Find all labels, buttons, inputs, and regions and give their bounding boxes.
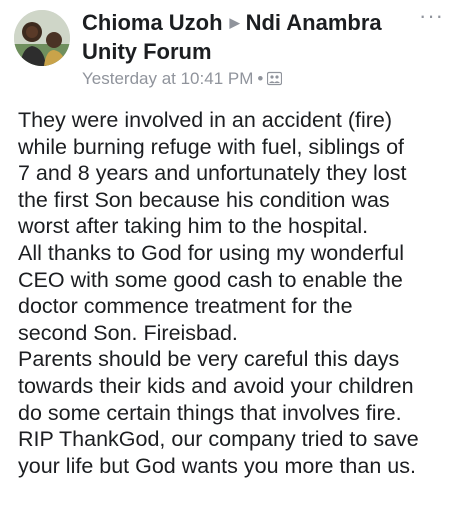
post-text-line: Parents should be very careful this days bbox=[18, 347, 400, 372]
author-name[interactable]: Chioma Uzoh bbox=[82, 10, 223, 35]
post-text-line: doctor commence treatment for the bbox=[18, 294, 353, 319]
post-text-line: do some certain things that involves fir… bbox=[18, 400, 402, 425]
post-text-line: RIP ThankGod, our company tried to save bbox=[18, 427, 419, 452]
arrow-right-icon: ▶ bbox=[229, 15, 240, 30]
post-text-line: All thanks to God for using my wonderful bbox=[18, 240, 404, 265]
author-avatar[interactable] bbox=[14, 10, 70, 66]
post-body: They were involved in an accident (fire)… bbox=[18, 107, 466, 479]
post-text-line: towards their kids and avoid your childr… bbox=[18, 373, 414, 398]
group-audience-icon[interactable] bbox=[267, 71, 283, 91]
post-text-line: while burning refuge with fuel, siblings… bbox=[18, 134, 405, 159]
post-author-line: Chioma Uzoh ▶ Ndi Anambra Unity Forum bbox=[82, 8, 412, 66]
post-text-line: worst after taking him to the hospital. bbox=[18, 214, 369, 239]
post-text-line: CEO with some good cash to enable the bbox=[18, 267, 403, 292]
avatar-photo-icon bbox=[14, 10, 70, 66]
post-text-line: your life but God wants you more than us… bbox=[18, 453, 416, 478]
post-text-line: the first Son because his condition was bbox=[18, 187, 390, 212]
more-options-icon[interactable]: ··· bbox=[419, 4, 444, 28]
post-text-line: 7 and 8 years and unfortunately they los… bbox=[18, 161, 407, 186]
post-timestamp[interactable]: Yesterday at 10:41 PM bbox=[82, 69, 253, 88]
post-text-line: They were involved in an accident (fire) bbox=[18, 108, 393, 132]
post-meta: Yesterday at 10:41 PM • bbox=[82, 69, 283, 91]
post-header: Chioma Uzoh ▶ Ndi Anambra Unity Forum ··· … bbox=[0, 0, 470, 100]
post-text-line: second Son. Fireisbad. bbox=[18, 320, 238, 345]
meta-separator: • bbox=[257, 69, 264, 88]
